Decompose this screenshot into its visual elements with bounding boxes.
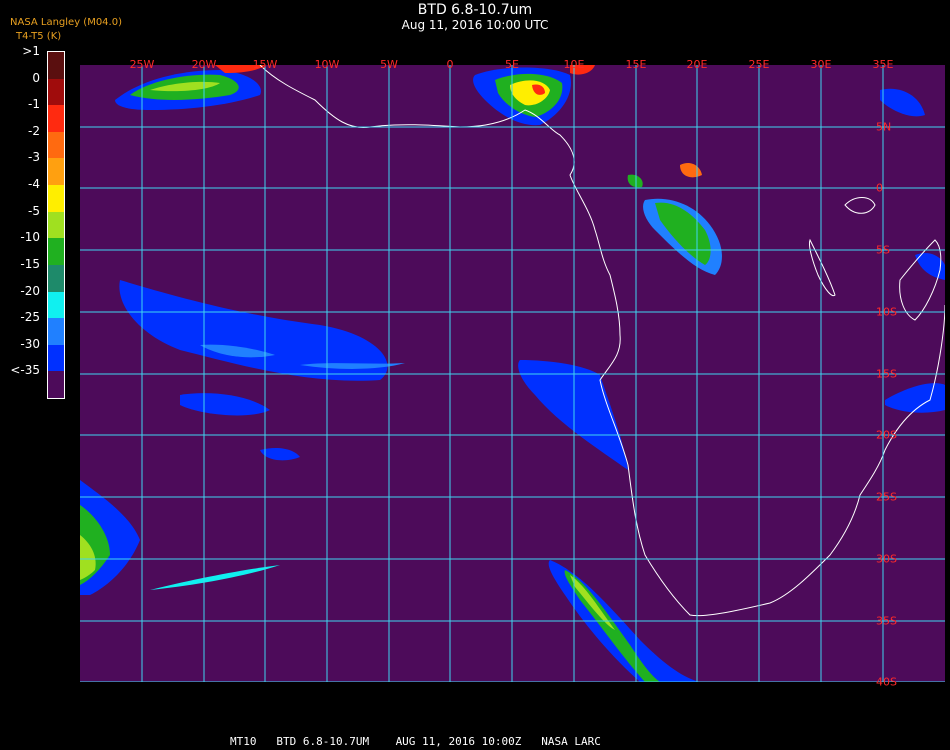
longitude-label: 5E bbox=[505, 58, 519, 71]
graticule bbox=[80, 65, 945, 682]
longitude-label: 10W bbox=[314, 58, 340, 71]
cloud-region bbox=[260, 447, 300, 461]
credit-label: NASA Langley (M04.0) bbox=[10, 17, 122, 28]
legend-swatch bbox=[48, 291, 64, 319]
latitude-label: 5N bbox=[876, 120, 892, 134]
legend-swatch bbox=[48, 78, 64, 106]
cloud-region bbox=[627, 174, 643, 188]
legend-swatch bbox=[48, 238, 64, 265]
legend-swatch bbox=[48, 318, 64, 345]
cloud-region bbox=[150, 565, 280, 590]
longitude-label: 25E bbox=[748, 58, 770, 71]
legend-label: -5 bbox=[28, 203, 40, 218]
longitude-label: 15W bbox=[252, 58, 278, 71]
legend-swatch bbox=[48, 344, 64, 372]
legend-label: 0 bbox=[32, 70, 40, 85]
legend-swatch bbox=[48, 131, 64, 159]
legend-swatch bbox=[48, 52, 64, 79]
legend-label: >1 bbox=[22, 44, 40, 58]
legend-label: -3 bbox=[28, 150, 40, 165]
legend-label: -2 bbox=[28, 123, 40, 138]
legend-label: -20 bbox=[20, 283, 40, 298]
footer-caption: MT10 BTD 6.8-10.7UM AUG 11, 2016 10:00Z … bbox=[230, 735, 601, 748]
latitude-label: 35S bbox=[876, 614, 897, 628]
cloud-region bbox=[680, 163, 702, 178]
cloud-region bbox=[180, 393, 270, 416]
longitude-label: 5W bbox=[380, 58, 398, 71]
cloud-region bbox=[885, 383, 945, 413]
madagascar-coastline bbox=[899, 239, 942, 321]
map-title: BTD 6.8-10.7um bbox=[417, 2, 533, 18]
legend-swatch bbox=[48, 371, 64, 398]
legend-swatch bbox=[48, 185, 64, 212]
latitude-label: 10S bbox=[876, 305, 897, 319]
longitude-label: 20W bbox=[191, 58, 217, 71]
legend-unit-label: T4-T5 (K) bbox=[16, 31, 62, 42]
latitude-label: 15S bbox=[876, 367, 897, 381]
color-legend bbox=[47, 51, 65, 399]
longitude-label: 30E bbox=[810, 58, 832, 71]
satellite-map: 25W 20W 15W 10W 5W 0 5E 10E 15E 20E 25E 30E 35E 5N 0 5… bbox=[80, 58, 945, 689]
longitude-label: 15E bbox=[625, 58, 647, 71]
legend-label: -4 bbox=[28, 177, 40, 192]
legend-label: -15 bbox=[20, 256, 40, 271]
latitude-label: 5S bbox=[876, 243, 890, 257]
lake-outline bbox=[809, 238, 836, 297]
legend-label: -25 bbox=[20, 310, 40, 325]
map-canvas bbox=[80, 65, 945, 682]
legend-label: -30 bbox=[20, 336, 40, 351]
lake-outline bbox=[844, 197, 876, 214]
latitude-label: 30S bbox=[876, 552, 897, 566]
longitude-label: 25W bbox=[129, 58, 155, 71]
cloud-region bbox=[518, 360, 628, 470]
legend-swatch bbox=[48, 105, 64, 132]
latitude-label: 40S bbox=[876, 675, 897, 689]
cloud-region bbox=[880, 88, 925, 117]
longitude-label: 35E bbox=[872, 58, 894, 71]
latitude-label: 25S bbox=[876, 490, 897, 504]
latitude-label: 0 bbox=[876, 181, 883, 195]
longitude-label: 0 bbox=[446, 58, 454, 71]
legend-label: -1 bbox=[28, 97, 40, 112]
legend-label: -10 bbox=[20, 230, 40, 245]
longitude-label: 20E bbox=[686, 58, 708, 71]
latitude-label: 20S bbox=[876, 428, 897, 442]
legend-swatch bbox=[48, 211, 64, 239]
map-datetime: Aug 11, 2016 10:00 UTC bbox=[401, 18, 549, 32]
legend-swatch bbox=[48, 158, 64, 186]
longitude-label: 10E bbox=[563, 58, 585, 71]
legend-swatch bbox=[48, 264, 64, 292]
legend-label: <-35 bbox=[10, 363, 40, 378]
